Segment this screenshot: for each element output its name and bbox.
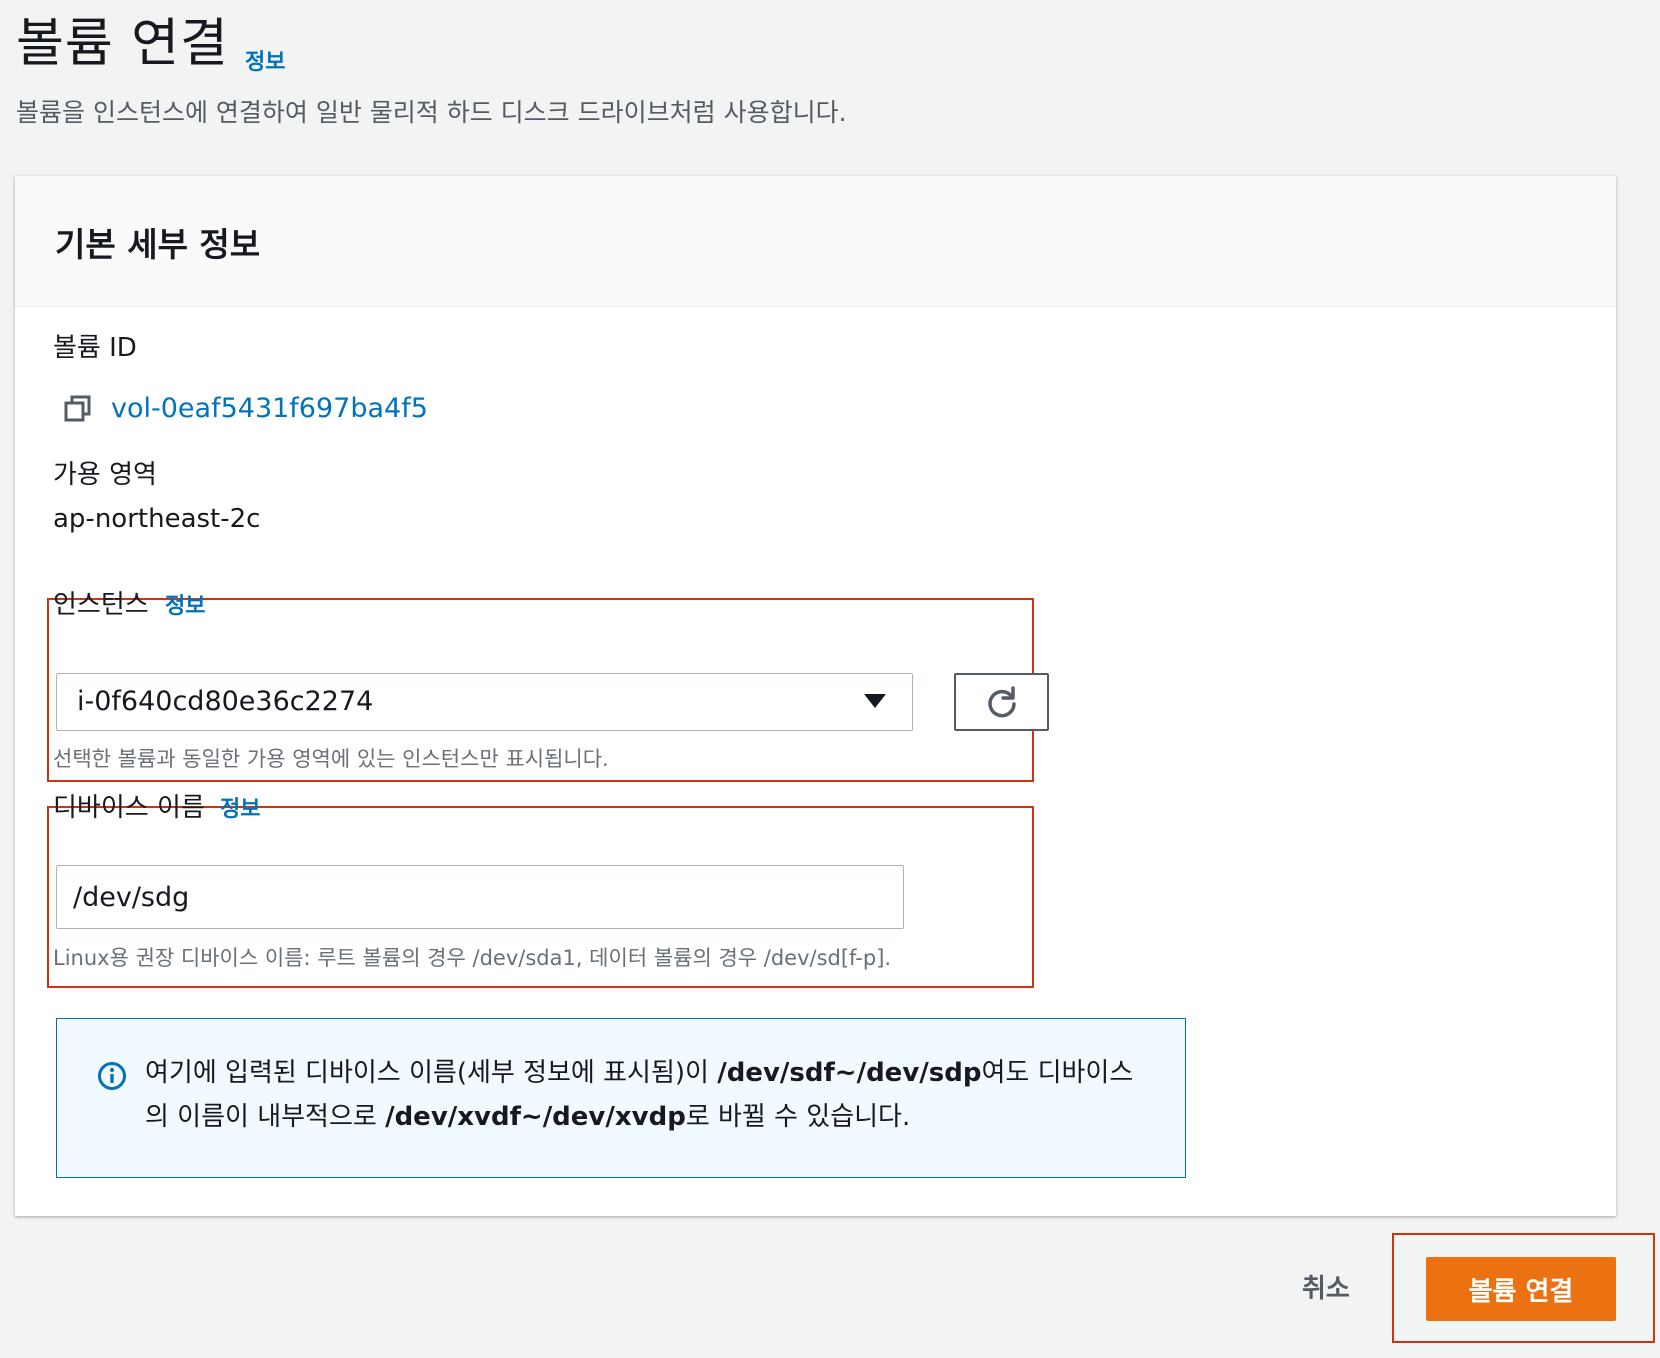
instance-hint: 선택한 볼륨과 동일한 가용 영역에 있는 인스턴스만 표시됩니다. xyxy=(53,747,609,771)
alert-bold-part: /dev/sdf~/dev/sdp xyxy=(717,1058,982,1088)
device-name-label: 디바이스 이름 xyxy=(53,793,205,823)
page-description: 볼륨을 인스턴스에 연결하여 일반 물리적 하드 디스크 드라이브처럼 사용합니… xyxy=(16,98,847,127)
volume-id-label: 볼륨 ID xyxy=(53,333,137,363)
volume-id-link[interactable]: vol-0eaf5431f697ba4f5 xyxy=(111,393,428,424)
alert-text: 여기에 입력된 디바이스 이름(세부 정보에 표시됨)이 /dev/sdf~/d… xyxy=(145,1051,1145,1139)
basic-details-container: 기본 세부 정보 볼륨 ID vol-0eaf5431f697ba4f5 가용 … xyxy=(15,176,1616,1216)
alert-bold-part: /dev/xvdf~/dev/xvdp xyxy=(385,1102,686,1132)
refresh-button[interactable] xyxy=(954,673,1049,731)
section-title: 기본 세부 정보 xyxy=(55,225,261,264)
instance-select-value: i-0f640cd80e36c2274 xyxy=(77,686,374,717)
availability-zone-value: ap-northeast-2c xyxy=(53,504,261,534)
caret-down-icon xyxy=(864,694,886,708)
device-name-info-link[interactable]: 정보 xyxy=(220,791,260,823)
attach-volume-button[interactable]: 볼륨 연결 xyxy=(1426,1257,1616,1321)
instance-label: 인스턴스 xyxy=(53,590,149,620)
copy-icon[interactable] xyxy=(63,394,93,424)
instance-info-link[interactable]: 정보 xyxy=(165,588,205,620)
info-alert: 여기에 입력된 디바이스 이름(세부 정보에 표시됨)이 /dev/sdf~/d… xyxy=(56,1018,1186,1178)
alert-text-part: 여기에 입력된 디바이스 이름(세부 정보에 표시됨)이 xyxy=(145,1058,718,1088)
cancel-button[interactable]: 취소 xyxy=(1302,1268,1350,1305)
device-name-input[interactable] xyxy=(56,865,904,929)
title-info-link[interactable]: 정보 xyxy=(245,44,285,76)
info-icon xyxy=(98,1062,126,1090)
refresh-icon xyxy=(987,686,1016,718)
alert-text-part: 로 바뀔 수 있습니다. xyxy=(685,1102,911,1132)
volume-id-row: vol-0eaf5431f697ba4f5 xyxy=(63,393,428,424)
instance-select[interactable]: i-0f640cd80e36c2274 xyxy=(56,673,913,731)
availability-zone-label: 가용 영역 xyxy=(53,460,157,490)
container-header: 기본 세부 정보 xyxy=(15,176,1616,307)
device-name-hint: Linux용 권장 디바이스 이름: 루트 볼륨의 경우 /dev/sda1, … xyxy=(53,946,892,970)
page-title: 볼륨 연결 xyxy=(16,14,229,74)
